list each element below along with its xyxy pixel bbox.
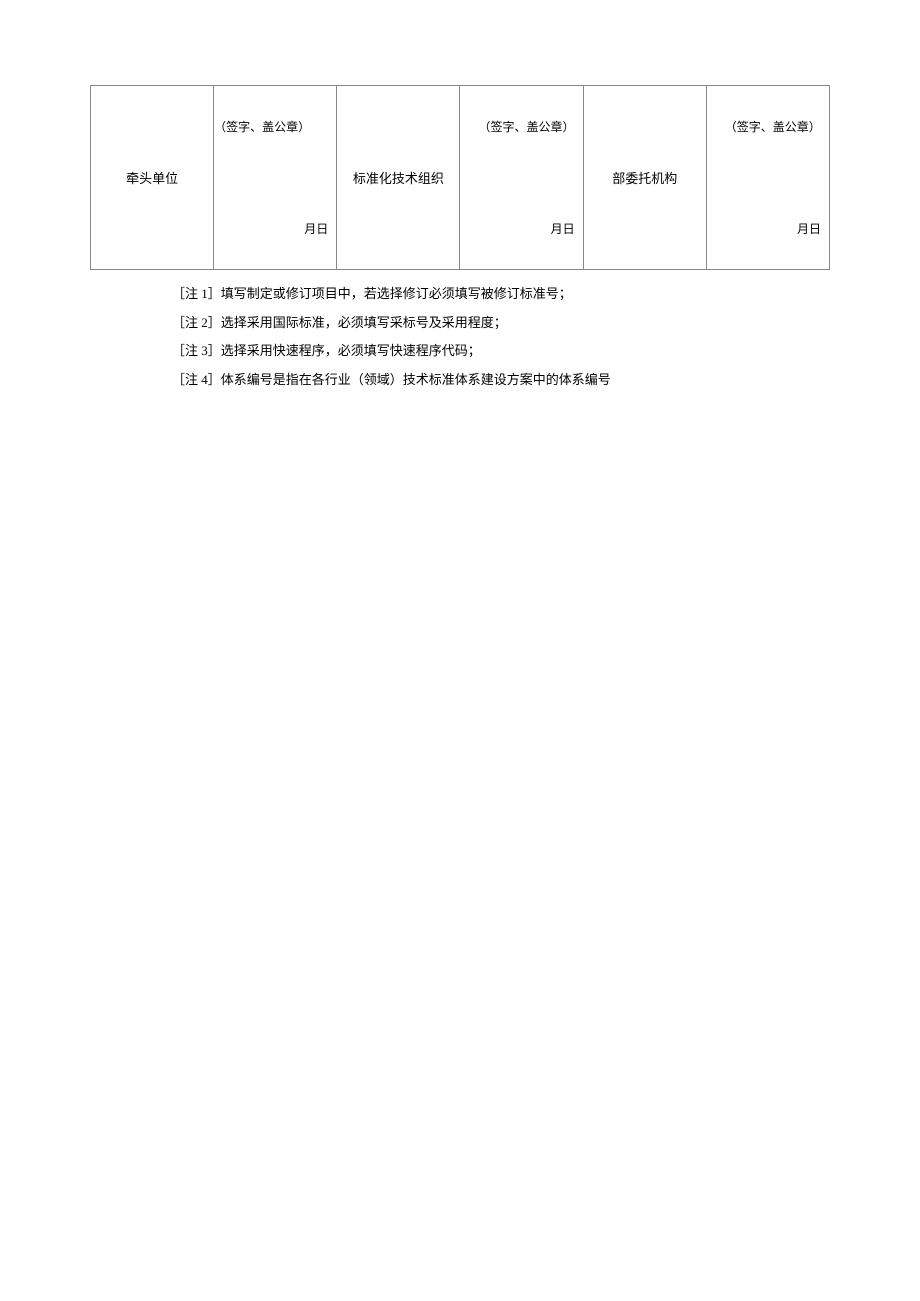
delegated-org-date: 月日 (707, 220, 829, 237)
notes-section: ［注 1］填写制定或修订项目中，若选择修订必须填写被修订标准号； ［注 2］选择… (172, 280, 920, 394)
delegated-org-signature-text: （签字、盖公章） (707, 118, 829, 135)
standardization-org-signature-cell: （签字、盖公章） 月日 (460, 86, 583, 270)
delegated-org-label: 部委托机构 (612, 171, 677, 186)
lead-unit-signature-cell: （签字、盖公章） 月日 (214, 86, 337, 270)
lead-unit-signature-text: （签字、盖公章） (214, 118, 336, 135)
note-2: ［注 2］选择采用国际标准，必须填写采标号及采用程度； (172, 309, 920, 338)
note-1: ［注 1］填写制定或修订项目中，若选择修订必须填写被修订标准号； (172, 280, 920, 309)
standardization-org-signature-text: （签字、盖公章） (460, 118, 582, 135)
document-page: 牵头单位 （签字、盖公章） 月日 标准化技术组织 （签字、盖公章） 月日 部委托… (0, 0, 920, 1301)
standardization-org-label: 标准化技术组织 (353, 171, 444, 186)
table-row: 牵头单位 （签字、盖公章） 月日 标准化技术组织 （签字、盖公章） 月日 部委托… (91, 86, 830, 270)
lead-unit-label: 牵头单位 (126, 171, 178, 186)
standardization-org-date: 月日 (460, 220, 582, 237)
delegated-org-label-cell: 部委托机构 (583, 86, 706, 270)
standardization-org-label-cell: 标准化技术组织 (337, 86, 460, 270)
note-3: ［注 3］选择采用快速程序，必须填写快速程序代码； (172, 337, 920, 366)
lead-unit-date: 月日 (214, 220, 336, 237)
delegated-org-signature-cell: （签字、盖公章） 月日 (706, 86, 829, 270)
note-4: ［注 4］体系编号是指在各行业（领域）技术标准体系建设方案中的体系编号 (172, 366, 920, 395)
signature-table: 牵头单位 （签字、盖公章） 月日 标准化技术组织 （签字、盖公章） 月日 部委托… (90, 85, 830, 270)
lead-unit-label-cell: 牵头单位 (91, 86, 214, 270)
